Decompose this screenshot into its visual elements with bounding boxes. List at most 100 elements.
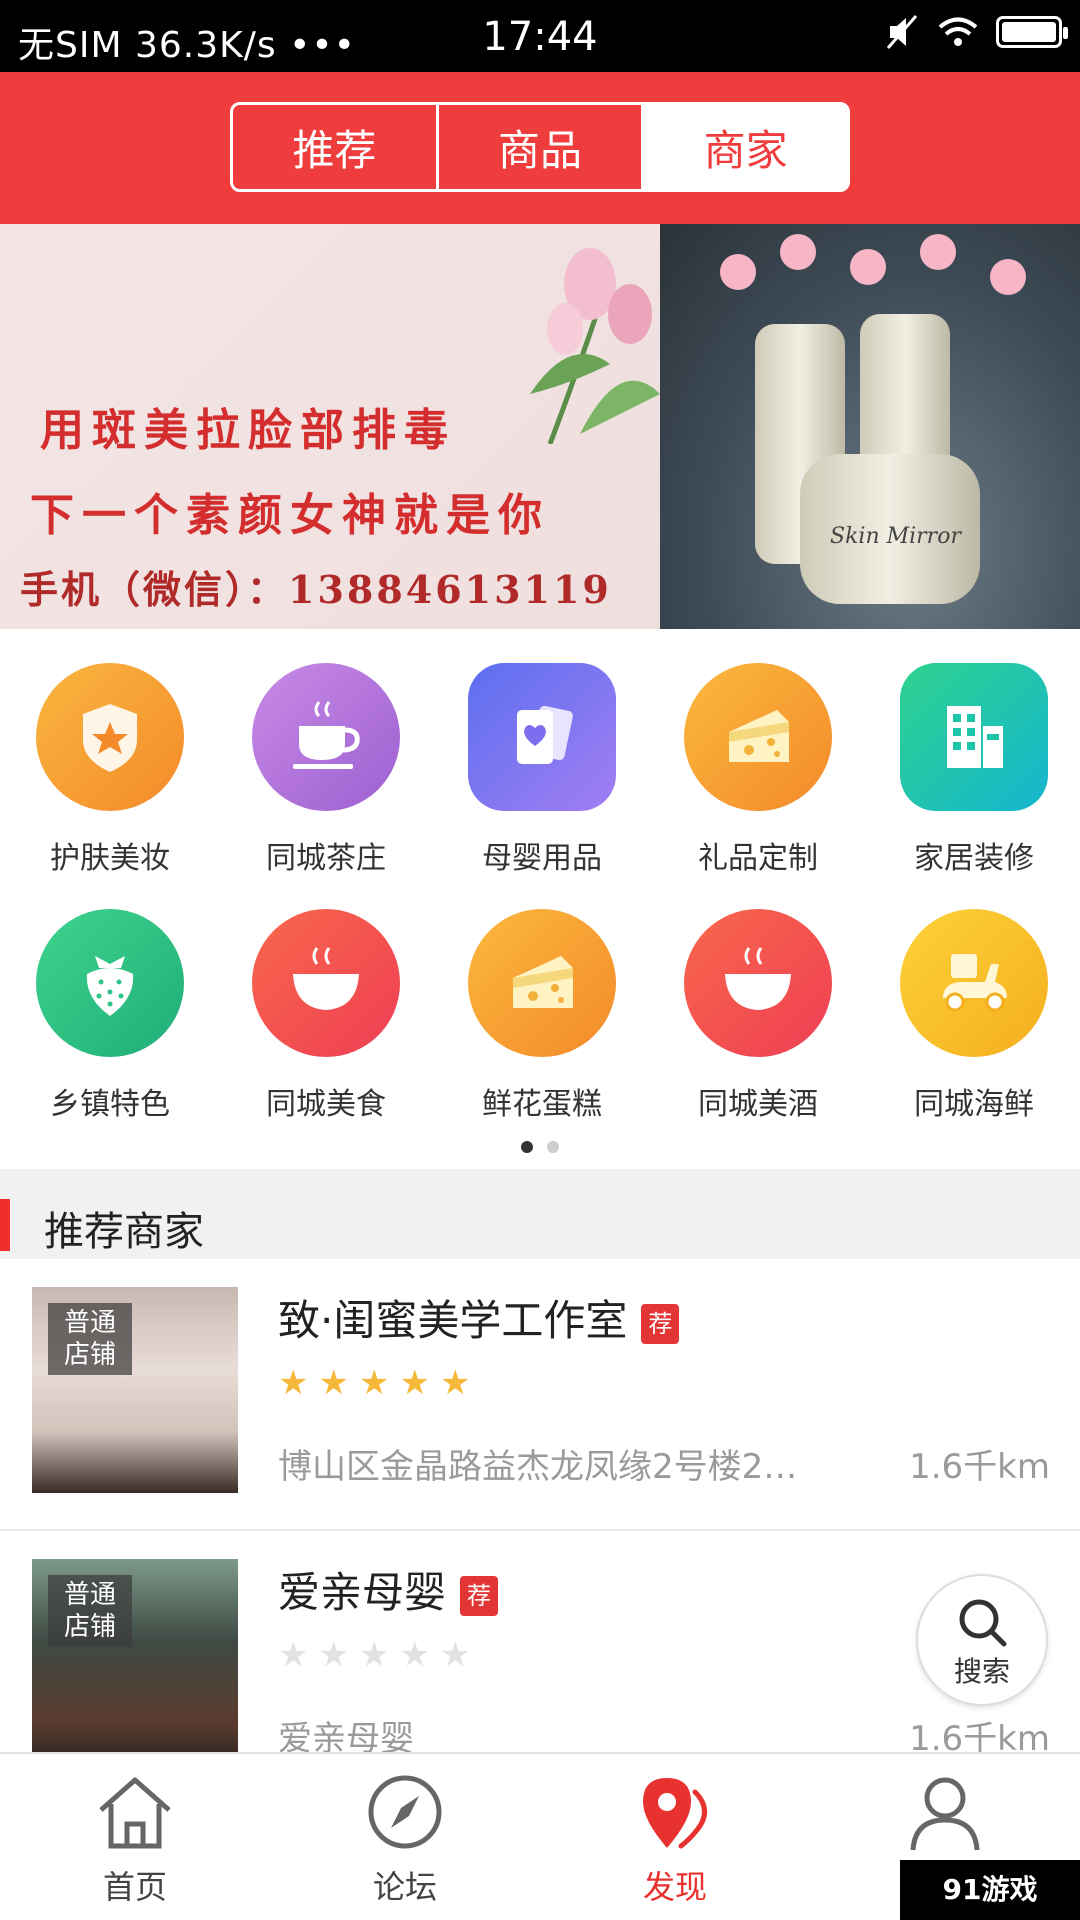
category-grid: 护肤美妆 同城茶庄 母婴用品 礼品定制 家居装修 乡镇特色 同城美食 鲜花蛋糕 … bbox=[0, 629, 1080, 1169]
category-label: 护肤美妆 bbox=[50, 841, 170, 876]
category-gifts[interactable]: 礼品定制 bbox=[650, 663, 866, 877]
tab-label: 首页 bbox=[102, 1868, 167, 1906]
star-icon: ★ bbox=[358, 1635, 390, 1675]
location-pin-icon bbox=[643, 1778, 707, 1849]
cheese-icon bbox=[684, 663, 832, 811]
category-township[interactable]: 乡镇特色 bbox=[2, 909, 218, 1123]
banner-text-panel: 用斑美拉脸部排毒 下一个素颜女神就是你 手机（微信）：13884613119 bbox=[0, 224, 660, 629]
battery-icon bbox=[996, 16, 1068, 48]
banner-product-photo: Skin Mirror bbox=[660, 224, 1080, 629]
tab-label: 论坛 bbox=[372, 1868, 437, 1906]
category-label: 同城美食 bbox=[266, 1087, 386, 1122]
building-icon bbox=[900, 663, 1048, 811]
star-icon: ★ bbox=[318, 1363, 349, 1403]
shop-distance: 1.6千km bbox=[909, 1719, 1050, 1752]
shop-type-tag: 普通 店铺 bbox=[48, 1575, 132, 1647]
bottom-tab-bar: 首页 论坛 发现 我 91游戏 bbox=[0, 1752, 1080, 1920]
star-icon: ★ bbox=[399, 1363, 430, 1403]
shop-distance: 1.6千km bbox=[909, 1447, 1050, 1487]
page-indicator bbox=[0, 1141, 1080, 1153]
product-brand: Skin Mirror bbox=[830, 524, 961, 549]
section-header: 推荐商家 bbox=[0, 1169, 1080, 1259]
banner-subline: 下一个素颜女神就是你 bbox=[30, 490, 550, 541]
page-dot bbox=[547, 1141, 559, 1153]
tab-home[interactable]: 首页 bbox=[0, 1754, 270, 1920]
category-seafood[interactable]: 同城海鲜 bbox=[866, 909, 1080, 1123]
shield-star-icon bbox=[36, 663, 184, 811]
shop-name-text: 致·闺蜜美学工作室 bbox=[278, 1296, 628, 1345]
section-title: 推荐商家 bbox=[44, 1209, 204, 1255]
tab-forum[interactable]: 论坛 bbox=[270, 1754, 540, 1920]
star-icon: ★ bbox=[439, 1635, 471, 1675]
shop-address: 爱亲母婴 bbox=[278, 1719, 414, 1752]
search-icon bbox=[959, 1599, 1007, 1647]
search-fab-button[interactable]: 搜索 bbox=[916, 1574, 1048, 1706]
shop-type-tag: 普通 店铺 bbox=[48, 1303, 132, 1375]
star-rating: ★ ★ ★ ★ ★ bbox=[278, 1363, 470, 1403]
bowl-icon bbox=[684, 909, 832, 1057]
status-bar: 无SIM 36.3K/s ••• 17:44 bbox=[0, 0, 1080, 72]
wifi-icon bbox=[938, 17, 978, 46]
category-label: 同城茶庄 bbox=[266, 841, 386, 876]
scooter-icon bbox=[900, 909, 1048, 1057]
category-label: 鲜花蛋糕 bbox=[482, 1087, 602, 1122]
category-label: 同城海鲜 bbox=[914, 1087, 1034, 1122]
search-fab-label: 搜索 bbox=[953, 1655, 1010, 1688]
category-label: 母婴用品 bbox=[482, 841, 602, 876]
category-home[interactable]: 家居装修 bbox=[866, 663, 1080, 877]
shop-thumbnail: 普通 店铺 bbox=[32, 1287, 238, 1493]
category-tea[interactable]: 同城茶庄 bbox=[218, 663, 434, 877]
star-icon: ★ bbox=[358, 1363, 390, 1403]
star-icon: ★ bbox=[399, 1635, 430, 1675]
watermark-logo: 91游戏 bbox=[900, 1860, 1080, 1920]
shop-name: 致·闺蜜美学工作室荐 bbox=[278, 1287, 680, 1348]
shop-list-item[interactable]: 普通 店铺 致·闺蜜美学工作室荐 ★ ★ ★ ★ ★ 博山区金晶路益杰龙凤缘2号楼… bbox=[0, 1259, 1080, 1531]
shop-name-text: 爱亲母婴 bbox=[278, 1568, 447, 1617]
tab-merchants[interactable]: 商家 bbox=[644, 105, 847, 189]
banner-contact: 手机（微信）：13884613119 bbox=[20, 567, 612, 612]
tab-discover[interactable]: 发现 bbox=[540, 1754, 810, 1920]
bowl-icon bbox=[252, 909, 400, 1057]
flower-decoration bbox=[780, 234, 816, 270]
category-wine[interactable]: 同城美酒 bbox=[650, 909, 866, 1123]
flower-decoration bbox=[990, 259, 1026, 295]
promo-banner[interactable]: 用斑美拉脸部排毒 下一个素颜女神就是你 手机（微信）：13884613119 S… bbox=[0, 224, 1080, 629]
shop-address: 博山区金晶路益杰龙凤缘2号楼2… bbox=[278, 1447, 798, 1487]
teacup-icon bbox=[252, 663, 400, 811]
tab-recommend[interactable]: 推荐 bbox=[233, 105, 439, 189]
section-accent-bar bbox=[0, 1199, 10, 1251]
banner-headline: 用斑美拉脸部排毒 bbox=[40, 405, 456, 456]
category-label: 礼品定制 bbox=[698, 841, 818, 876]
cards-heart-icon bbox=[468, 663, 616, 811]
cheese-icon bbox=[468, 909, 616, 1057]
category-label: 乡镇特色 bbox=[50, 1087, 170, 1122]
tab-products[interactable]: 商品 bbox=[439, 105, 645, 189]
star-rating: ★ ★ ★ ★ ★ bbox=[278, 1635, 470, 1675]
category-food[interactable]: 同城美食 bbox=[218, 909, 434, 1123]
recommended-badge: 荐 bbox=[460, 1575, 499, 1616]
top-header: 推荐 商品 商家 bbox=[0, 72, 1080, 224]
status-icons bbox=[886, 14, 1068, 50]
mute-icon bbox=[886, 15, 918, 49]
compass-icon bbox=[368, 1775, 442, 1849]
flower-decoration bbox=[920, 234, 956, 270]
recommended-badge: 荐 bbox=[641, 1303, 680, 1344]
category-flowers-cake[interactable]: 鲜花蛋糕 bbox=[434, 909, 650, 1123]
category-label: 同城美酒 bbox=[698, 1087, 818, 1122]
category-baby[interactable]: 母婴用品 bbox=[434, 663, 650, 877]
category-skincare[interactable]: 护肤美妆 bbox=[2, 663, 218, 877]
category-label: 家居装修 bbox=[914, 841, 1034, 876]
flower-decoration bbox=[850, 249, 886, 285]
shop-name: 爱亲母婴荐 bbox=[278, 1559, 499, 1620]
star-icon: ★ bbox=[278, 1363, 309, 1403]
tab-label: 发现 bbox=[642, 1868, 707, 1906]
flower-decoration bbox=[720, 254, 756, 290]
strawberry-icon bbox=[36, 909, 184, 1057]
home-icon bbox=[99, 1777, 171, 1849]
page-dot-active bbox=[521, 1141, 533, 1153]
star-icon: ★ bbox=[439, 1363, 471, 1403]
star-icon: ★ bbox=[318, 1635, 349, 1675]
segment-control: 推荐 商品 商家 bbox=[230, 102, 850, 192]
user-icon bbox=[910, 1777, 980, 1851]
shop-thumbnail: 普通 店铺 bbox=[32, 1559, 238, 1752]
